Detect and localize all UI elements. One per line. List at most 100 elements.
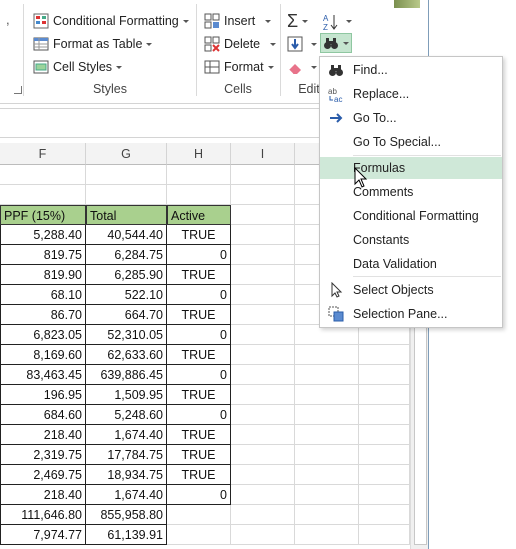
table-cell[interactable]: TRUE — [167, 385, 231, 405]
table-cell[interactable]: 6,823.05 — [0, 325, 86, 345]
table-cell[interactable]: TRUE — [167, 345, 231, 365]
table-cell[interactable]: 0 — [167, 285, 231, 305]
table-cell[interactable]: 0 — [167, 485, 231, 505]
empty-cell[interactable] — [0, 185, 86, 205]
table-cell[interactable]: 62,633.60 — [86, 345, 167, 365]
empty-cell[interactable] — [231, 325, 295, 345]
empty-cell[interactable] — [231, 385, 295, 405]
table-cell[interactable]: 1,674.40 — [86, 425, 167, 445]
header-cell[interactable]: PPF (15%) — [0, 205, 86, 225]
find-select-button[interactable] — [320, 33, 352, 53]
empty-cell[interactable] — [295, 425, 359, 445]
table-cell[interactable]: 2,319.75 — [0, 445, 86, 465]
table-cell[interactable]: 6,285.90 — [86, 265, 167, 285]
empty-cell[interactable] — [359, 465, 410, 485]
empty-cell[interactable] — [295, 325, 359, 345]
menu-item-comments[interactable]: Comments — [320, 181, 502, 203]
table-cell[interactable]: 218.40 — [0, 485, 86, 505]
empty-cell[interactable] — [295, 465, 359, 485]
table-cell[interactable]: 819.75 — [0, 245, 86, 265]
empty-cell[interactable] — [359, 505, 410, 525]
header-cell[interactable]: Active — [167, 205, 231, 225]
empty-cell[interactable] — [295, 345, 359, 365]
table-cell[interactable]: 522.10 — [86, 285, 167, 305]
table-cell[interactable]: 8,169.60 — [0, 345, 86, 365]
empty-cell[interactable] — [231, 225, 295, 245]
clear-button[interactable] — [287, 57, 317, 77]
conditional-formatting-button[interactable]: Conditional Formatting — [33, 11, 189, 31]
empty-cell[interactable] — [295, 525, 359, 545]
table-cell[interactable]: 6,284.75 — [86, 245, 167, 265]
menu-item-constants[interactable]: Constants — [320, 229, 502, 251]
table-cell[interactable]: 17,784.75 — [86, 445, 167, 465]
table-cell[interactable]: 52,310.05 — [86, 325, 167, 345]
table-cell[interactable]: TRUE — [167, 445, 231, 465]
sort-filter-button[interactable]: AZ — [322, 11, 352, 32]
table-cell[interactable]: 40,544.40 — [86, 225, 167, 245]
table-cell[interactable]: 0 — [167, 405, 231, 425]
menu-item-formulas[interactable]: Formulas — [320, 157, 502, 179]
empty-cell[interactable] — [359, 525, 410, 545]
empty-cell[interactable] — [359, 325, 410, 345]
table-cell[interactable]: 218.40 — [0, 425, 86, 445]
table-cell[interactable]: TRUE — [167, 425, 231, 445]
empty-cell[interactable] — [231, 165, 295, 185]
empty-cell[interactable] — [231, 245, 295, 265]
empty-cell[interactable] — [231, 345, 295, 365]
empty-cell[interactable] — [231, 205, 295, 225]
table-cell[interactable]: 0 — [167, 365, 231, 385]
table-cell[interactable]: 1,674.40 — [86, 485, 167, 505]
menu-item-selection-pane[interactable]: Selection Pane... — [320, 303, 502, 325]
empty-cell[interactable] — [231, 505, 295, 525]
empty-cell[interactable] — [231, 465, 295, 485]
empty-cell[interactable] — [359, 485, 410, 505]
table-cell[interactable]: TRUE — [167, 265, 231, 285]
column-header-f[interactable]: F — [0, 143, 86, 165]
table-cell[interactable] — [167, 505, 231, 525]
menu-item-data-validation[interactable]: Data Validation — [320, 253, 502, 275]
empty-cell[interactable] — [231, 485, 295, 505]
empty-cell[interactable] — [359, 425, 410, 445]
empty-cell[interactable] — [231, 305, 295, 325]
table-cell[interactable]: 18,934.75 — [86, 465, 167, 485]
table-cell[interactable]: 111,646.80 — [0, 505, 86, 525]
table-cell[interactable]: 83,463.45 — [0, 365, 86, 385]
empty-cell[interactable] — [86, 165, 167, 185]
menu-item-find[interactable]: Find... — [320, 59, 502, 81]
delete-button[interactable]: Delete — [204, 34, 277, 54]
table-cell[interactable]: 0 — [167, 245, 231, 265]
empty-cell[interactable] — [295, 505, 359, 525]
header-cell[interactable]: Total — [86, 205, 167, 225]
table-cell[interactable]: 86.70 — [0, 305, 86, 325]
column-header-g[interactable]: G — [86, 143, 167, 165]
empty-cell[interactable] — [231, 525, 295, 545]
empty-cell[interactable] — [295, 405, 359, 425]
table-cell[interactable]: TRUE — [167, 465, 231, 485]
empty-cell[interactable] — [231, 445, 295, 465]
table-cell[interactable]: 819.90 — [0, 265, 86, 285]
table-cell[interactable]: 1,509.95 — [86, 385, 167, 405]
menu-item-conditional-formatting[interactable]: Conditional Formatting — [320, 205, 502, 227]
table-cell[interactable]: 68.10 — [0, 285, 86, 305]
empty-cell[interactable] — [167, 165, 231, 185]
table-cell[interactable]: 664.70 — [86, 305, 167, 325]
empty-cell[interactable] — [231, 365, 295, 385]
table-cell[interactable] — [167, 525, 231, 545]
empty-cell[interactable] — [231, 265, 295, 285]
table-cell[interactable]: 7,974.77 — [0, 525, 86, 545]
format-button[interactable]: Format — [204, 57, 274, 77]
column-header-h[interactable]: H — [167, 143, 231, 165]
table-cell[interactable]: 5,248.60 — [86, 405, 167, 425]
empty-cell[interactable] — [295, 485, 359, 505]
empty-cell[interactable] — [295, 365, 359, 385]
table-cell[interactable]: 196.95 — [0, 385, 86, 405]
format-as-table-button[interactable]: Format as Table — [33, 34, 153, 54]
empty-cell[interactable] — [295, 445, 359, 465]
fill-button[interactable] — [287, 34, 317, 54]
table-cell[interactable]: TRUE — [167, 305, 231, 325]
column-header-i[interactable]: I — [231, 143, 295, 165]
table-cell[interactable]: 61,139.91 — [86, 525, 167, 545]
table-cell[interactable]: 684.60 — [0, 405, 86, 425]
empty-cell[interactable] — [359, 365, 410, 385]
empty-cell[interactable] — [231, 405, 295, 425]
